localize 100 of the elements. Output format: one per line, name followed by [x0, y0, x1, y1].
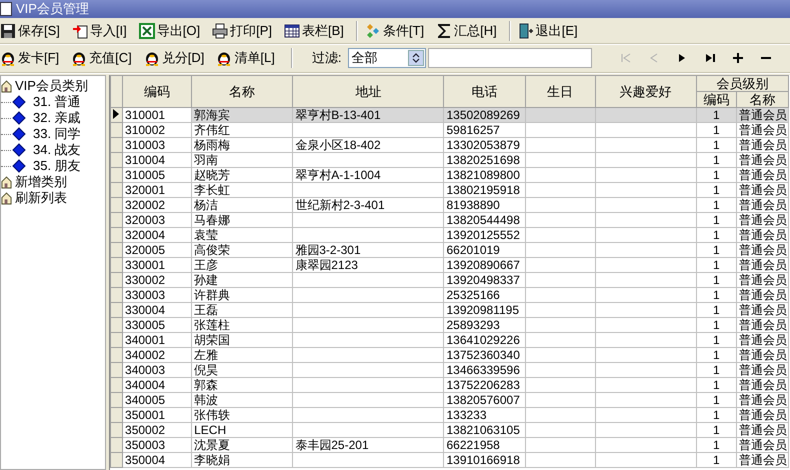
tree-item[interactable]: 33. 同学 [1, 126, 105, 142]
toolbar-button[interactable]: 汇总[H] [436, 22, 503, 40]
penguin-icon [144, 50, 160, 66]
table-cell: 1 [696, 228, 736, 242]
document-arrow-icon [72, 23, 88, 39]
toolbar-button[interactable]: 条件[T] [364, 22, 430, 40]
toolbar-button[interactable]: 表栏[B] [284, 22, 350, 40]
table-cell: 1 [696, 108, 736, 122]
table-cell: 1 [696, 182, 736, 198]
table-cell: 320005 [122, 242, 192, 258]
table-cell [525, 138, 596, 152]
filter-dropdown[interactable]: 全部 [348, 48, 426, 68]
diamond-icon [12, 159, 26, 173]
table-cell: 13802195918 [444, 182, 526, 198]
table-cell: 1 [696, 122, 736, 138]
column-header[interactable]: 编码 [696, 92, 736, 108]
table-cell: 1 [696, 408, 736, 422]
table-cell: 310002 [122, 122, 192, 138]
diamond-icon [12, 95, 26, 109]
toolbar-button[interactable]: 导入[I] [72, 22, 133, 40]
tree-item[interactable]: 35. 朋友 [1, 158, 105, 174]
table-cell: 普通会员 [736, 378, 788, 392]
table-cell: 普通会员 [736, 288, 788, 302]
table-cell: 李长虹 [192, 182, 293, 198]
table-cell: 普通会员 [736, 198, 788, 212]
table-cell: 13302053879 [444, 138, 526, 152]
table-cell: 普通会员 [736, 392, 788, 408]
table-cell: 133233 [444, 408, 526, 422]
table-cell [525, 198, 596, 212]
table-cell: 13920890667 [444, 258, 526, 272]
tree-item[interactable]: 新增类别 [1, 174, 105, 190]
table-cell: 66201019 [444, 242, 526, 258]
toolbar-button[interactable]: 兑分[D] [144, 49, 210, 67]
tree-item[interactable]: 31. 普通 [1, 94, 105, 110]
table-cell [525, 408, 596, 422]
table-cell: 郭海宾 [192, 108, 293, 122]
house-icon [1, 80, 12, 92]
table-cell: 普通会员 [736, 362, 788, 378]
search-field[interactable] [428, 48, 592, 68]
table-cell: 胡荣国 [192, 332, 293, 348]
table-cell: 1 [696, 272, 736, 288]
table-cell [525, 362, 596, 378]
table-cell: 330001 [122, 258, 192, 272]
column-header[interactable]: 名称 [736, 92, 788, 108]
table-cell: 许群典 [192, 288, 293, 302]
diamonds-icon [364, 23, 381, 39]
toolbar-button[interactable]: 清单[L] [216, 49, 281, 67]
toolbar-button[interactable]: 充值[C] [71, 49, 138, 67]
column-header[interactable]: 地址 [292, 76, 444, 108]
toolbar-button[interactable]: 保存[S] [0, 22, 66, 40]
toolbar-button[interactable]: 导出[O] [138, 22, 206, 40]
app-icon [0, 2, 12, 16]
table-cell: 普通会员 [736, 302, 788, 318]
table-cell: 杨洁 [192, 198, 293, 212]
penguin-icon [216, 50, 232, 66]
table-cell [525, 108, 596, 122]
column-header[interactable]: 名称 [192, 76, 293, 108]
table-cell: 13821089800 [444, 168, 526, 182]
toolbar-button[interactable]: 退出[E] [518, 22, 584, 40]
table-cell: 普通会员 [736, 182, 788, 198]
toolbar-button[interactable]: 打印[P] [212, 22, 278, 40]
table-cell: 孙建 [192, 272, 293, 288]
table-cell: 310004 [122, 152, 192, 168]
tree-item[interactable]: 32. 亲戚 [1, 110, 105, 126]
table-cell: 310005 [122, 168, 192, 182]
house-icon [1, 176, 12, 188]
spreadsheet-icon [138, 23, 155, 39]
table-cell [525, 302, 596, 318]
column-header[interactable]: 编码 [122, 76, 192, 108]
table-cell [525, 168, 596, 182]
column-header[interactable]: 生日 [525, 76, 596, 108]
table-cell: 13466339596 [444, 362, 526, 378]
tree-item[interactable]: 刷新列表 [1, 190, 105, 206]
diamond-icon [12, 127, 26, 141]
house-icon [1, 192, 12, 204]
table-cell: 雅园3-2-301 [292, 242, 444, 258]
tree-item[interactable]: VIP会员类别 [1, 78, 105, 94]
filter-label: 过滤: [312, 49, 342, 67]
column-header[interactable]: 电话 [444, 76, 526, 108]
table-cell: 普通会员 [736, 258, 788, 272]
table-cell: 320003 [122, 212, 192, 228]
table-cell: 韩波 [192, 392, 293, 408]
toolbar-button[interactable]: 发卡[F] [0, 49, 66, 67]
table-cell: 340002 [122, 348, 192, 362]
table-cell: 齐伟红 [192, 122, 293, 138]
table-cell: 13641029226 [444, 332, 526, 348]
column-group-header: 会员级别 [696, 76, 788, 92]
table-cell: 1 [696, 212, 736, 228]
column-header[interactable]: 兴趣爱好 [595, 76, 696, 108]
table-cell: 13920498337 [444, 272, 526, 288]
tree-item[interactable]: 34. 战友 [1, 142, 105, 158]
table-cell: 350003 [122, 438, 192, 452]
table-cell [525, 212, 596, 228]
table-cell [525, 288, 596, 302]
table-cell: 13820251698 [444, 152, 526, 168]
table-cell: 普通会员 [736, 138, 788, 152]
table-cell [525, 332, 596, 348]
table-cell [525, 152, 596, 168]
table-cell: 普通会员 [736, 318, 788, 332]
table-cell: 沈景夏 [192, 438, 293, 452]
